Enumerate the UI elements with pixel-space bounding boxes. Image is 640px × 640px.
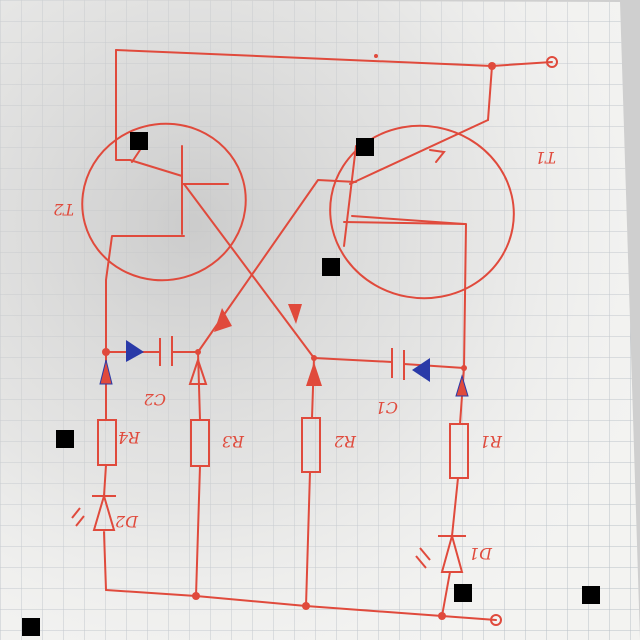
d1-label: D1: [469, 544, 493, 563]
circuit-sketch-canvas: T2 T1 C2 C1 R4 R3 R2 R1 D2 D1: [0, 0, 640, 640]
r4-label: R4: [118, 428, 141, 447]
t1-label: T1: [535, 148, 556, 167]
c1-label: C1: [376, 398, 398, 417]
d2-label: D2: [115, 512, 139, 531]
r3-label: R3: [222, 432, 245, 451]
r1-label: R1: [480, 432, 503, 451]
r2-label: R2: [334, 432, 357, 451]
graph-paper: [0, 0, 640, 640]
t2-label: T2: [53, 200, 74, 219]
c2-label: C2: [144, 390, 166, 409]
